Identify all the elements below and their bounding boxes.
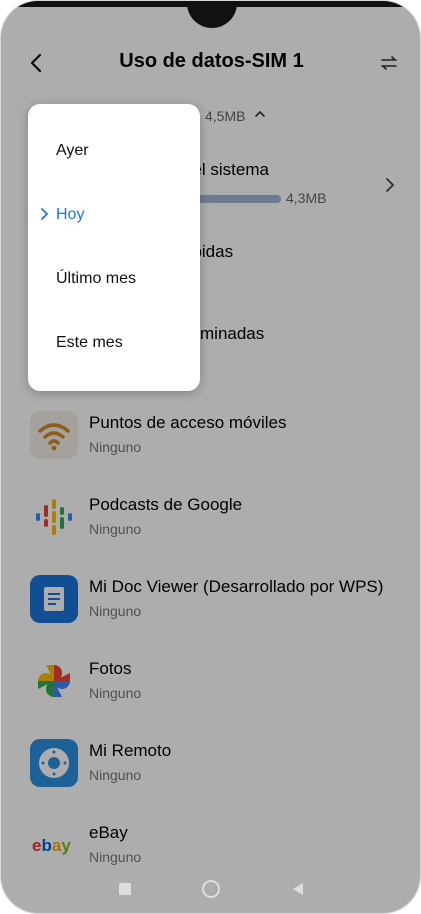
menu-item-label: Este mes bbox=[56, 334, 123, 351]
selected-chevron-icon bbox=[41, 208, 49, 220]
phone-screen: 10:00 100 Uso de datos-SIM 1 4,5MB del s… bbox=[0, 0, 421, 914]
system-navigation-bar bbox=[1, 865, 420, 913]
menu-item-label: Hoy bbox=[56, 206, 85, 223]
back-button[interactable] bbox=[291, 882, 305, 896]
menu-item-today[interactable]: Hoy bbox=[28, 184, 200, 248]
recents-button[interactable] bbox=[119, 883, 131, 895]
home-button[interactable] bbox=[202, 880, 220, 898]
menu-item-label: Último mes bbox=[56, 270, 137, 287]
menu-item-yesterday[interactable]: Ayer bbox=[28, 120, 200, 184]
period-dropdown-menu: Ayer Hoy Último mes Este mes bbox=[28, 104, 200, 391]
menu-item-last-month[interactable]: Último mes bbox=[28, 248, 200, 312]
menu-item-this-month[interactable]: Este mes bbox=[28, 312, 200, 376]
menu-item-label: Ayer bbox=[56, 142, 89, 159]
